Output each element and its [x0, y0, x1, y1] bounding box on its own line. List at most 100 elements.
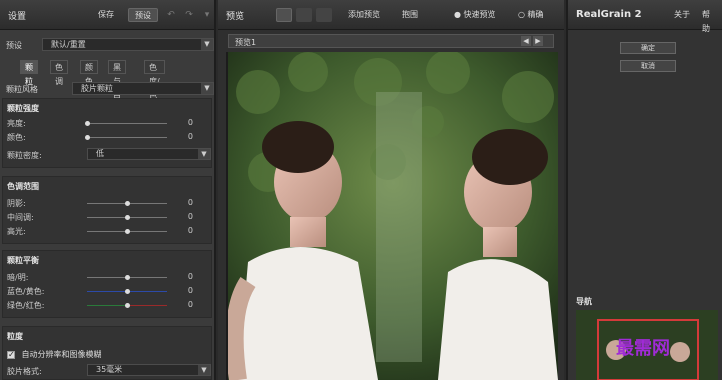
- film-format-label: 胶片格式:: [7, 367, 42, 376]
- settings-toolbar: 设置 保存 预设 ↶ ↷ ▾: [0, 0, 214, 30]
- navigator-thumbnail[interactable]: 最需网: [576, 310, 718, 380]
- preset-row: 预设 默认/重置 ▼: [6, 38, 214, 52]
- chevron-left-icon[interactable]: ◀: [521, 36, 531, 46]
- fast-preview-label: 快速预览: [463, 10, 496, 19]
- roughness-section: 粒度 自动分辨率和图像模糊 胶片格式: 35毫米 ▼: [2, 326, 212, 380]
- grain-style-value: 胶片颗粒: [81, 84, 113, 93]
- preset-value: 默认/重置: [51, 40, 86, 49]
- preview-panel: 预览 添加预览 抱围 ● 快速预览 ○ 精确 预览1 ◀ ▶: [218, 0, 564, 380]
- single-view-icon[interactable]: [276, 8, 292, 22]
- preview-toolbar: 预览 添加预览 抱围 ● 快速预览 ○ 精确: [218, 0, 564, 30]
- preview-photo: [228, 52, 558, 380]
- slider-label: 亮度:: [7, 119, 26, 128]
- slider-knob[interactable]: [125, 275, 130, 280]
- brand-title: RealGrain 2: [576, 9, 642, 20]
- preview-tab[interactable]: 预览1: [235, 37, 256, 48]
- redo-icon[interactable]: ↷: [182, 10, 196, 20]
- midtones-slider-row: 中间调: 0: [7, 211, 207, 223]
- preview-title: 预览: [226, 12, 245, 22]
- brand-bar: RealGrain 2 关于 帮助: [568, 0, 722, 33]
- color-slider-row: 颜色: 0: [7, 131, 207, 143]
- preset-label: 预设: [6, 41, 22, 50]
- brightness-slider[interactable]: [85, 121, 167, 126]
- slider-value: 0: [187, 300, 193, 309]
- highlights-slider[interactable]: [87, 229, 167, 234]
- film-format-value: 35毫米: [96, 365, 123, 374]
- slider-label: 高光:: [7, 227, 26, 236]
- fast-preview-radio[interactable]: ● 快速预览: [448, 8, 502, 22]
- save-button[interactable]: 保存: [92, 8, 120, 22]
- grain-strength-section: 颗粒强度 亮度: 0 颜色: 0 颗粒密度: 低 ▼: [2, 98, 212, 168]
- roughness-header: 粒度: [7, 332, 23, 341]
- tab-black-white[interactable]: 黑与白: [108, 60, 126, 100]
- auto-resolution-label: 自动分辨率和图像模糊: [21, 350, 102, 359]
- navigator-label: 导航: [576, 297, 592, 306]
- slider-label: 中间调:: [7, 213, 34, 222]
- slider-value: 0: [187, 272, 193, 281]
- ok-button[interactable]: 确定: [620, 42, 676, 54]
- chevron-down-icon: ▼: [201, 83, 213, 94]
- grain-strength-header: 颗粒强度: [7, 104, 39, 113]
- slider-knob[interactable]: [125, 215, 130, 220]
- settings-panel: 设置 保存 预设 ↶ ↷ ▾ 预设 默认/重置 ▼ 颗粒 色调 颜色 黑与白 色…: [0, 0, 216, 380]
- color-slider[interactable]: [85, 135, 167, 140]
- slider-label: 蓝色/黄色:: [7, 287, 45, 296]
- slider-label: 暗/明:: [7, 273, 29, 282]
- help-button[interactable]: 帮助: [696, 8, 722, 33]
- grain-style-label: 颗粒风格: [6, 85, 38, 94]
- slider-knob[interactable]: [125, 201, 130, 206]
- slider-knob[interactable]: [125, 289, 130, 294]
- split-horizontal-icon[interactable]: [296, 8, 312, 22]
- film-format-select[interactable]: 35毫米 ▼: [87, 364, 211, 376]
- settings-title: 设置: [8, 12, 27, 22]
- auto-resolution-checkbox[interactable]: [7, 350, 15, 359]
- tab-color[interactable]: 颜色: [80, 60, 98, 86]
- preview-canvas[interactable]: [226, 52, 558, 380]
- watermark-logo: 最需网: [616, 338, 670, 359]
- density-select[interactable]: 低 ▼: [87, 148, 211, 160]
- cancel-button[interactable]: 取消: [620, 60, 676, 72]
- add-preview-button[interactable]: 添加预览: [342, 8, 386, 22]
- tab-grain[interactable]: 颗粒: [20, 60, 38, 86]
- tab-chroma-tone[interactable]: 色度/色调: [144, 60, 165, 114]
- slider-value: 0: [187, 286, 193, 295]
- slider-value: 0: [187, 226, 193, 235]
- slider-knob[interactable]: [85, 135, 90, 140]
- grain-balance-section: 颗粒平衡 暗/明: 0 蓝色/黄色: 0 绿色/红色: 0: [2, 250, 212, 318]
- green-red-slider[interactable]: [87, 303, 167, 308]
- accurate-label: 精确: [527, 10, 544, 19]
- slider-label: 颜色:: [7, 133, 26, 142]
- preset-button[interactable]: 预设: [128, 8, 158, 22]
- chevron-down-icon: ▼: [201, 39, 213, 50]
- undo-icon[interactable]: ↶: [164, 10, 178, 20]
- dark-light-slider[interactable]: [87, 275, 167, 280]
- dark-light-slider-row: 暗/明: 0: [7, 271, 207, 283]
- menu-dropdown-icon[interactable]: ▾: [200, 10, 214, 20]
- chevron-right-icon[interactable]: ▶: [533, 36, 543, 46]
- shadows-slider-row: 阴影: 0: [7, 197, 207, 209]
- grain-style-select[interactable]: 胶片颗粒 ▼: [72, 82, 214, 95]
- blue-yellow-slider[interactable]: [87, 289, 167, 294]
- blue-yellow-slider-row: 蓝色/黄色: 0: [7, 285, 207, 297]
- accurate-radio[interactable]: ○ 精确: [512, 8, 550, 22]
- shadows-slider[interactable]: [87, 201, 167, 206]
- grain-style-row: 颗粒风格 胶片颗粒 ▼: [6, 82, 214, 96]
- tab-tone[interactable]: 色调: [50, 60, 68, 86]
- slider-value: 0: [187, 118, 193, 127]
- slider-knob[interactable]: [125, 303, 130, 308]
- preset-select[interactable]: 默认/重置 ▼: [42, 38, 214, 51]
- chevron-down-icon: ▼: [198, 149, 210, 159]
- auto-resolution-row: 自动分辨率和图像模糊: [7, 349, 207, 361]
- slider-knob[interactable]: [85, 121, 90, 126]
- slider-knob[interactable]: [125, 229, 130, 234]
- split-vertical-icon[interactable]: [316, 8, 332, 22]
- tone-range-header: 色调范围: [7, 182, 39, 191]
- info-panel: RealGrain 2 关于 帮助 确定 取消 导航 最需网: [566, 0, 722, 380]
- overlay-button[interactable]: 抱围: [396, 8, 424, 22]
- midtones-slider[interactable]: [87, 215, 167, 220]
- grain-balance-header: 颗粒平衡: [7, 256, 39, 265]
- about-button[interactable]: 关于: [668, 8, 696, 22]
- preview-tab-bar: 预览1 ◀ ▶: [228, 34, 554, 48]
- slider-value: 0: [187, 132, 193, 141]
- slider-label: 阴影:: [7, 199, 26, 208]
